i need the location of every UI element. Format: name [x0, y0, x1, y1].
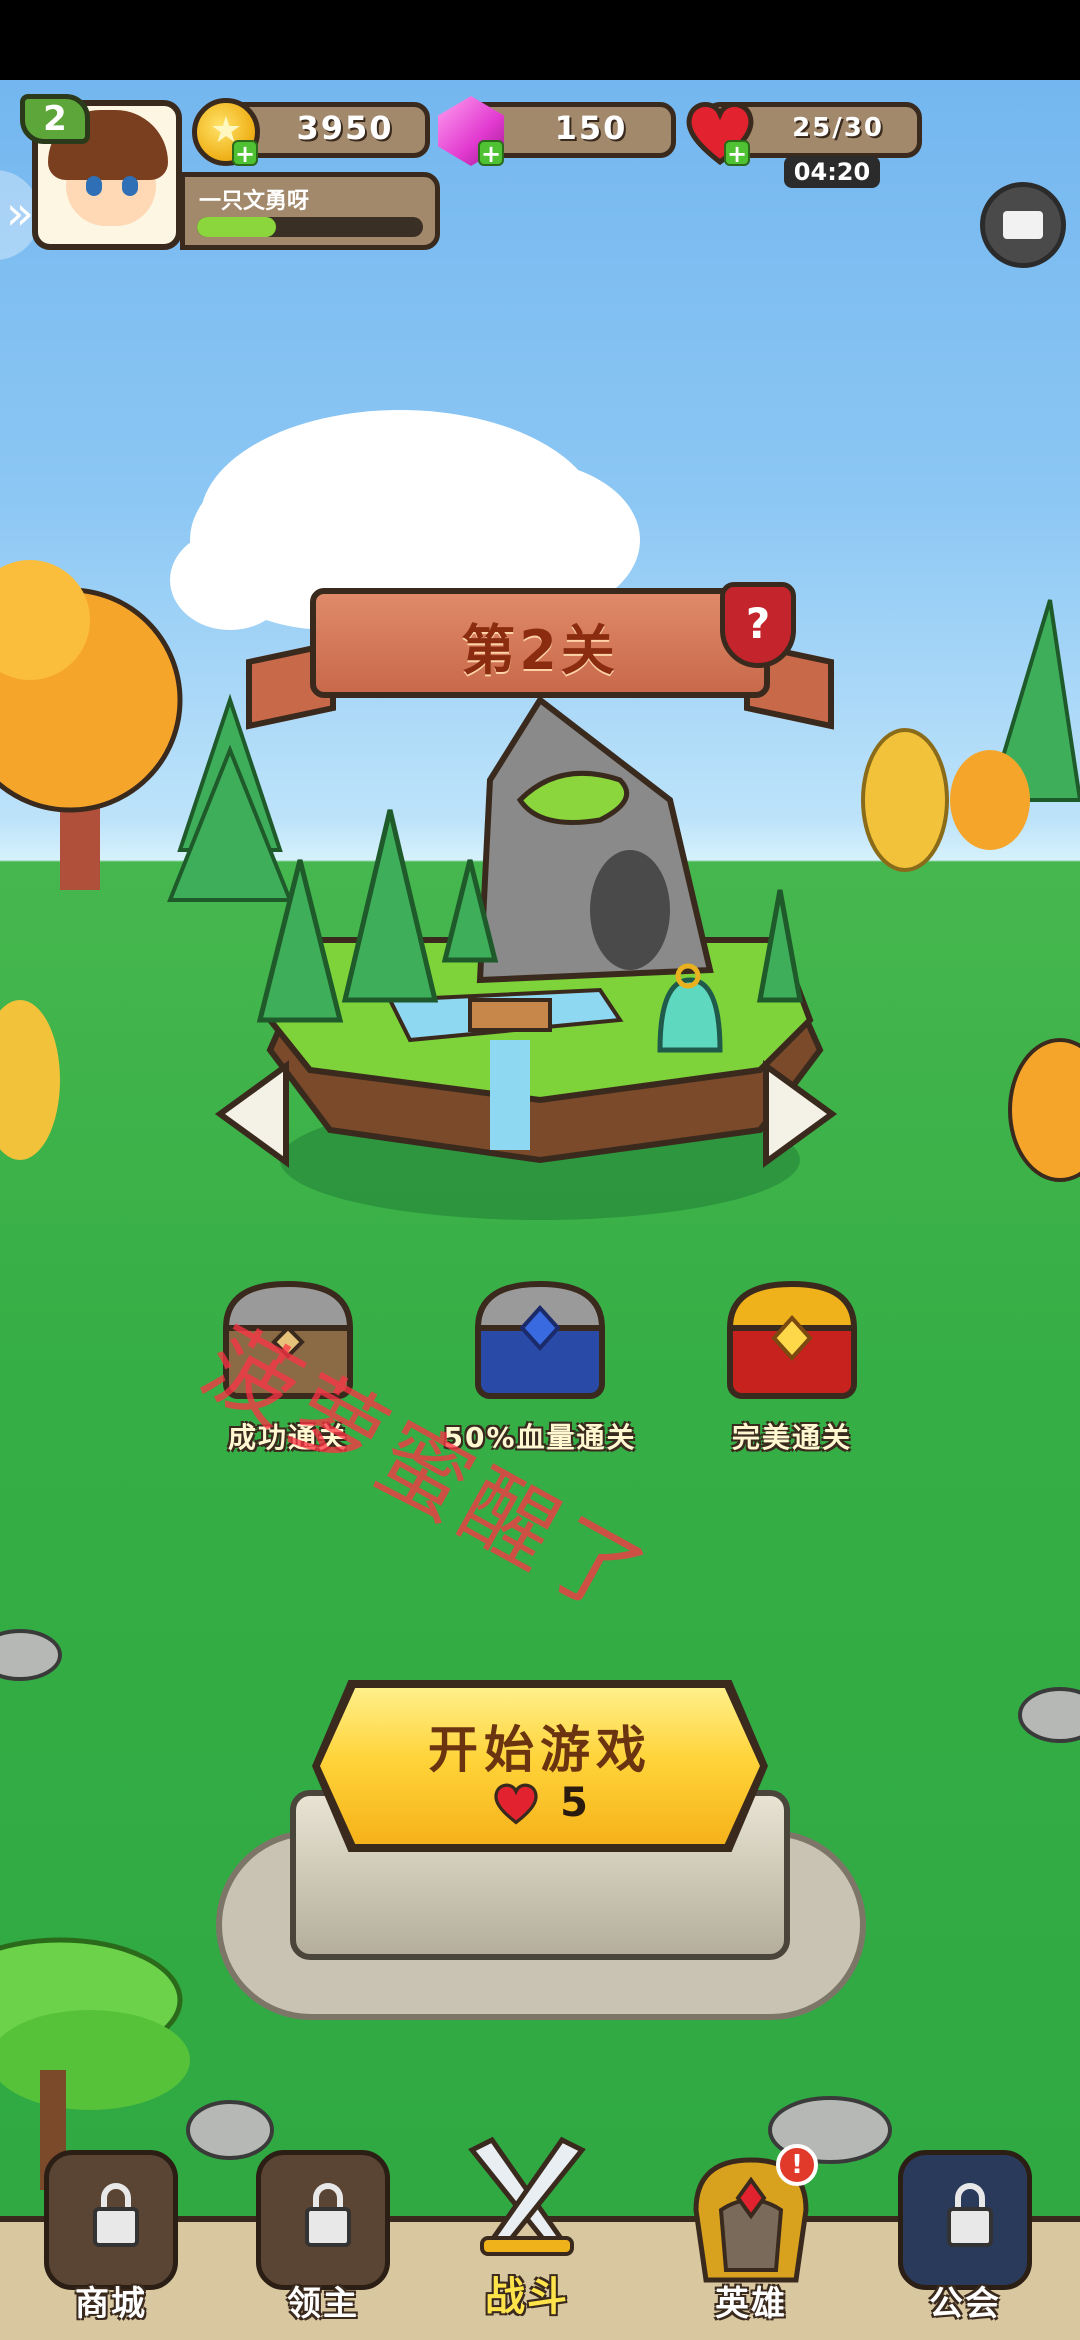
stage-island — [256, 695, 824, 1220]
chest-gold-icon[interactable] — [724, 1278, 860, 1402]
gem-value: 150 — [554, 109, 628, 147]
add-gems-button[interactable]: + — [478, 140, 504, 166]
start-cost-value: 5 — [560, 1780, 588, 1826]
lock-icon — [305, 2207, 351, 2247]
start-game-button[interactable]: 开始游戏 5 — [312, 1680, 768, 1852]
chest-blue-icon[interactable] — [472, 1278, 608, 1402]
avatar-eye-left — [86, 176, 102, 196]
nav-label: 商城 — [75, 2284, 147, 2324]
start-game-label: 开始游戏 — [428, 1721, 652, 1779]
shop-icon — [44, 2150, 178, 2290]
hero-alert-badge: ! — [776, 2144, 818, 2186]
energy-value: 25/30 — [792, 113, 884, 143]
mail-icon — [1003, 211, 1043, 239]
nav-label: 公会 — [929, 2284, 1001, 2324]
lock-icon — [947, 2207, 993, 2247]
slime-enemy — [657, 977, 723, 1053]
player-name-panel: 一只文勇呀 — [180, 172, 440, 250]
coin-value: 3950 — [296, 109, 394, 147]
crossed-swords-icon — [468, 2136, 586, 2256]
nav-label: 领主 — [287, 2284, 359, 2324]
nav-label: 英雄 — [715, 2284, 787, 2324]
next-stage-button[interactable] — [760, 1060, 840, 1168]
autumn-tree-left — [0, 560, 183, 890]
nav-guild[interactable]: 公会 — [890, 2150, 1040, 2330]
exp-bar-fill — [197, 217, 277, 237]
question-shield-icon[interactable]: ? — [720, 582, 796, 668]
lock-icon — [93, 2207, 139, 2247]
previous-stage-button[interactable] — [212, 1060, 292, 1168]
heart-icon — [494, 1783, 538, 1825]
game-scene: » 一只文勇呀 2 3950 ★ + 150 + 25/30 + 04:20 第… — [0, 0, 1080, 2340]
player-level-badge: 2 — [20, 94, 90, 144]
nav-lord[interactable]: 领主 — [248, 2150, 398, 2330]
add-energy-button[interactable]: + — [724, 140, 750, 166]
exp-bar — [197, 217, 423, 237]
player-name: 一只文勇呀 — [199, 189, 310, 214]
guild-icon — [898, 2150, 1032, 2290]
nav-label: 战斗 — [485, 2274, 569, 2320]
lord-icon — [256, 2150, 390, 2290]
avatar-eye-right — [122, 176, 138, 196]
nav-shop[interactable]: 商城 — [36, 2150, 186, 2330]
nav-heroes[interactable]: ! 英雄 — [676, 2144, 826, 2330]
start-cost: 5 — [320, 1780, 760, 1830]
mail-button[interactable] — [980, 182, 1066, 268]
nav-battle[interactable]: 战斗 — [452, 2130, 602, 2320]
start-game-button-face: 开始游戏 5 — [320, 1688, 760, 1844]
energy-timer: 04:20 — [784, 156, 880, 188]
reward-label: 完美通关 — [731, 1421, 852, 1454]
add-coins-button[interactable]: + — [232, 140, 258, 166]
